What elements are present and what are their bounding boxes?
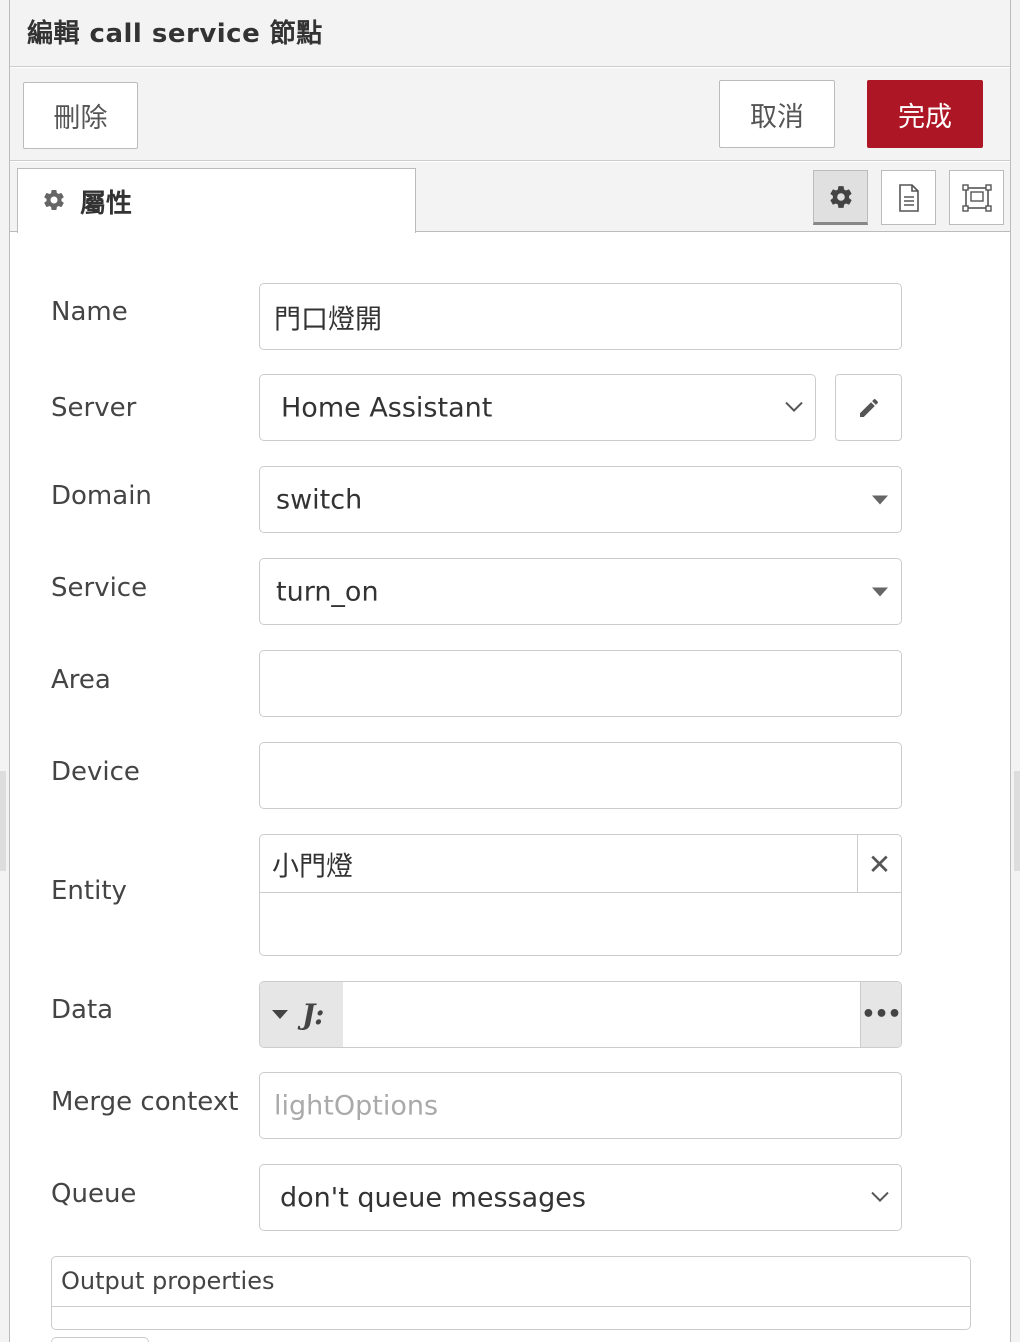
area-label: Area — [51, 665, 111, 695]
merge-context-placeholder: lightOptions — [274, 1090, 439, 1121]
edit-server-button[interactable] — [835, 374, 902, 441]
settings-tab-button[interactable] — [813, 170, 868, 225]
entity-value: 小門燈 — [272, 851, 353, 882]
action-toolbar: 刪除 取消 完成 — [10, 68, 1010, 161]
output-type-select[interactable] — [51, 1337, 149, 1342]
data-input[interactable]: J: ••• — [259, 981, 902, 1048]
entity-label: Entity — [51, 876, 127, 906]
tab-bar: 屬性 — [10, 162, 1010, 233]
gear-icon — [42, 188, 68, 214]
queue-select[interactable]: don't queue messages — [259, 1164, 902, 1231]
right-resize-handle[interactable] — [1014, 771, 1020, 871]
server-value: Home Assistant — [281, 392, 493, 423]
edit-node-panel: 編輯 call service 節點 刪除 取消 完成 屬性 Name 門口燈開… — [9, 0, 1011, 1342]
done-button[interactable]: 完成 — [867, 80, 983, 148]
panel-title: 編輯 call service 節點 — [27, 19, 323, 49]
service-value: turn_on — [276, 576, 379, 607]
merge-context-label: Merge context — [51, 1087, 239, 1117]
tab-properties-label: 屬性 — [80, 188, 133, 219]
json-icon: J: — [302, 998, 325, 1031]
chevron-down-icon — [871, 1191, 889, 1202]
service-select[interactable]: turn_on — [259, 558, 902, 625]
gear-icon — [828, 184, 854, 210]
caret-down-icon — [872, 587, 888, 596]
pencil-icon — [857, 396, 881, 420]
device-input[interactable] — [259, 742, 902, 809]
delete-button[interactable]: 刪除 — [23, 82, 138, 149]
domain-select[interactable]: switch — [259, 466, 902, 533]
domain-value: switch — [276, 484, 363, 515]
expand-editor-button[interactable]: ••• — [860, 982, 901, 1047]
queue-value: don't queue messages — [280, 1182, 586, 1213]
left-resize-handle[interactable] — [0, 771, 6, 871]
device-label: Device — [51, 757, 140, 787]
output-properties-title: Output properties — [61, 1267, 275, 1295]
entity-item: 小門燈 ✕ — [260, 835, 901, 893]
name-input[interactable]: 門口燈開 — [259, 283, 902, 350]
title-bar: 編輯 call service 節點 — [10, 0, 1010, 67]
remove-entity-icon[interactable]: ✕ — [857, 835, 901, 893]
chevron-down-icon — [785, 401, 803, 412]
cancel-button[interactable]: 取消 — [719, 80, 835, 148]
output-properties-section: Output properties — [51, 1256, 971, 1330]
domain-label: Domain — [51, 481, 152, 511]
description-tab-button[interactable] — [881, 170, 936, 225]
caret-down-icon — [872, 495, 888, 504]
tab-properties[interactable]: 屬性 — [17, 168, 416, 233]
document-icon — [897, 183, 921, 212]
data-label: Data — [51, 995, 114, 1025]
name-label: Name — [51, 297, 128, 327]
server-select[interactable]: Home Assistant — [259, 374, 816, 441]
name-value: 門口燈開 — [274, 304, 382, 335]
caret-down-icon — [272, 1010, 288, 1019]
data-type-button[interactable]: J: — [260, 982, 343, 1047]
frame-icon — [961, 183, 993, 212]
appearance-tab-button[interactable] — [949, 170, 1004, 225]
entity-list[interactable]: 小門燈 ✕ — [259, 834, 902, 956]
server-label: Server — [51, 393, 137, 423]
area-input[interactable] — [259, 650, 902, 717]
output-properties-header: Output properties — [52, 1257, 970, 1307]
queue-label: Queue — [51, 1179, 137, 1209]
merge-context-input[interactable]: lightOptions — [259, 1072, 902, 1139]
service-label: Service — [51, 573, 148, 603]
